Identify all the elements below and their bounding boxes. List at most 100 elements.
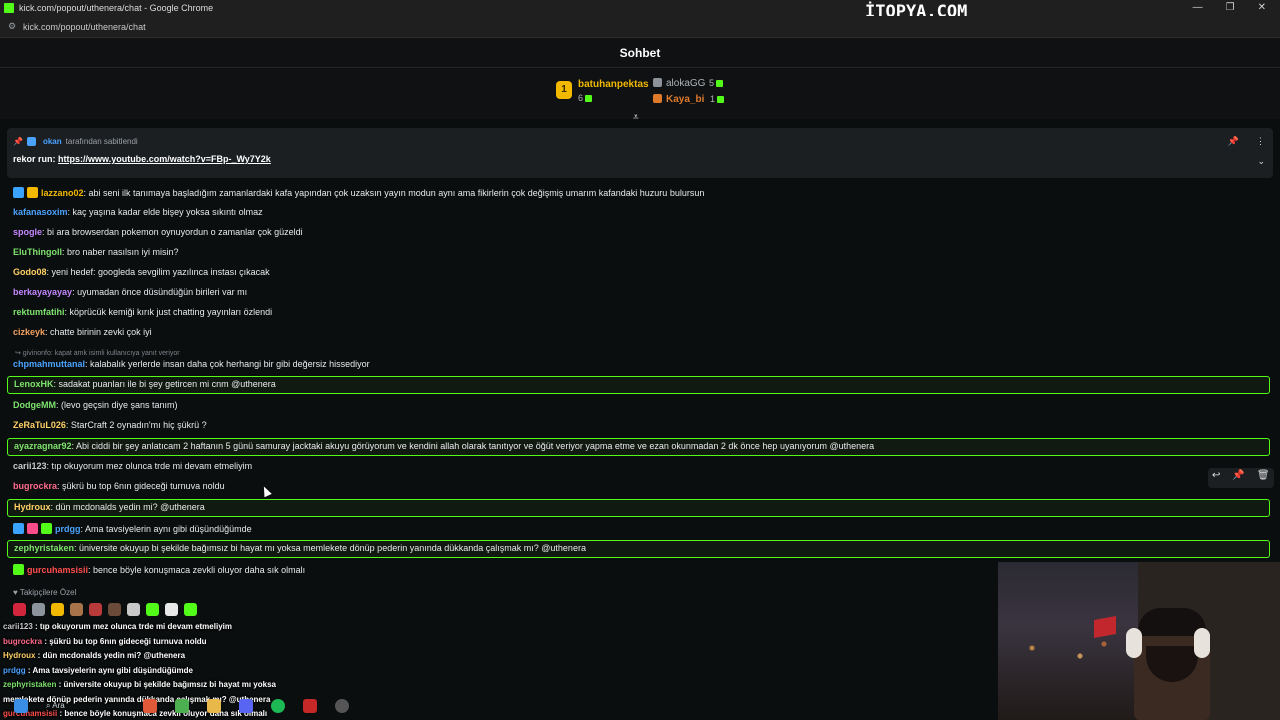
- taskbar-search-label: Ara: [52, 701, 65, 710]
- chat-message[interactable]: prdgg: Ama tavsiyelerin aynı gibi düşünd…: [13, 523, 252, 534]
- chat-username[interactable]: rektumfatihi: [13, 307, 65, 317]
- overlay-chat-line: prdgg : Ama tavsiyelerin aynı gibi düşün…: [3, 666, 193, 675]
- overlay-username: carii123: [3, 622, 33, 631]
- chat-username[interactable]: berkayayayay: [13, 287, 72, 297]
- chat-username[interactable]: ayazragnar92: [14, 441, 72, 451]
- chat-username[interactable]: bugrockra: [13, 481, 57, 491]
- chat-username[interactable]: DodgeMM: [13, 400, 56, 410]
- chat-username[interactable]: LenoxHK: [14, 379, 54, 389]
- emote-icon[interactable]: [13, 603, 26, 616]
- headset-icon: [1194, 628, 1210, 658]
- emote-icon[interactable]: [127, 603, 140, 616]
- emote-icon[interactable]: [32, 603, 45, 616]
- chat-text: : bence böyle konuşmaca zevkli oluyor da…: [88, 564, 306, 575]
- chat-username[interactable]: gurcuhamsisii: [27, 565, 88, 575]
- chat-username[interactable]: prdgg: [55, 524, 81, 534]
- chat-message[interactable]: gurcuhamsisii: bence böyle konuşmaca zev…: [13, 564, 305, 575]
- chat-message[interactable]: kafanasoxim: kaç yaşına kadar elde bişey…: [13, 207, 263, 217]
- os-taskbar: ⌕ Ara: [0, 692, 1000, 720]
- overlay-username: Hydroux: [3, 651, 36, 660]
- reply-icon[interactable]: ↩: [1212, 470, 1220, 481]
- chat-username[interactable]: zephyristaken: [14, 543, 74, 553]
- emote-icon[interactable]: [70, 603, 83, 616]
- chat-text: : Abi ciddi bir şey anlatıcam 2 haftanın…: [71, 441, 875, 451]
- user-badge-icon: [13, 523, 24, 534]
- chat-text: : bro naber nasılsın iyi misin?: [62, 247, 179, 257]
- followers-only-text: Takipçilere Özel: [19, 588, 77, 597]
- chat-username[interactable]: Hydroux: [14, 502, 51, 512]
- start-icon[interactable]: [14, 699, 28, 713]
- overlay-username: bugrockra: [3, 636, 43, 646]
- chat-message[interactable]: bugrockra: şükrü bu top 6nın gideceği tu…: [13, 481, 225, 491]
- chat-username[interactable]: spogle: [13, 227, 42, 237]
- user-badge-icon: [27, 523, 38, 534]
- chat-message[interactable]: LenoxHK: sadakat puanları ile bi şey get…: [14, 379, 276, 389]
- emote-icon[interactable]: [89, 603, 102, 616]
- chat-message[interactable]: berkayayayay: uyumadan önce düsündüğün b…: [13, 287, 247, 297]
- taskbar-search[interactable]: ⌕ Ara: [46, 701, 65, 711]
- overlay-chat-line: Hydroux : dün mcdonalds yedin mi? @uthen…: [3, 651, 185, 660]
- chat-message[interactable]: spogle: bi ara browserdan pokemon oynuyo…: [13, 227, 303, 237]
- chat-text: : kalabalık yerlerde insan daha çok herh…: [85, 359, 370, 369]
- chat-text: : Ama tavsiyelerin aynı gibi düşündüğümd…: [80, 523, 252, 534]
- pin-message-icon[interactable]: 📌: [1232, 470, 1244, 481]
- chat-message[interactable]: lazzano02: abi seni ilk tanımaya başladı…: [13, 187, 704, 198]
- chat-messages: lazzano02: abi seni ilk tanımaya başladı…: [0, 0, 1280, 575]
- chat-text: : dün mcdonalds yedin mi? @uthenera: [50, 502, 205, 512]
- chat-text: : şükrü bu top 6nın gideceği turnuva nol…: [57, 481, 225, 491]
- chat-username[interactable]: lazzano02: [41, 188, 84, 198]
- emote-icon[interactable]: [184, 603, 197, 616]
- chat-message[interactable]: Godo08: yeni hedef: googleda sevgilim ya…: [13, 267, 270, 277]
- overlay-chat-line: carii123 : tıp okuyorum mez olunca trde …: [3, 622, 232, 631]
- emote-icon[interactable]: [165, 603, 178, 616]
- chat-text: : yeni hedef: googleda sevgilim yazılınc…: [46, 267, 270, 277]
- chat-username[interactable]: chpmahmuttanal: [13, 359, 85, 369]
- headset-icon: [1126, 628, 1142, 658]
- chat-username[interactable]: carii123: [13, 461, 47, 471]
- chat-username[interactable]: ZeRaTuL026: [13, 420, 66, 430]
- chat-username[interactable]: Godo08: [13, 267, 47, 277]
- chat-username[interactable]: cizkeyk: [13, 327, 45, 337]
- overlay-chat-line: bugrockra : şükrü bu top 6nın gideceği t…: [3, 637, 207, 646]
- obs-icon[interactable]: [334, 699, 349, 713]
- followers-only-notice: ♥ Takipçilere Özel: [13, 588, 77, 597]
- chat-message[interactable]: chpmahmuttanal: kalabalık yerlerde insan…: [13, 359, 370, 369]
- reply-context: ↪ givinonfo: kapat amk isimli kullanıcıy…: [15, 350, 180, 357]
- chat-message[interactable]: DodgeMM: (levo geçsin diye şans tanım): [13, 400, 178, 410]
- chat-text: : sadakat puanları ile bi şey getircen m…: [53, 379, 276, 389]
- emote-icon[interactable]: [51, 603, 64, 616]
- chrome-icon[interactable]: [174, 699, 189, 713]
- emote-bar: [13, 603, 197, 616]
- chat-message[interactable]: cizkeyk: chatte birinin zevki çok iyi: [13, 327, 152, 337]
- emote-icon[interactable]: [146, 603, 159, 616]
- chat-message[interactable]: rektumfatihi: köprücük kemiği kırık just…: [13, 307, 272, 317]
- user-badge-icon: [13, 187, 24, 198]
- chat-message[interactable]: ZeRaTuL026: StarCraft 2 oynadın'mı hiç ş…: [13, 420, 207, 430]
- chat-username[interactable]: EluThingoll: [13, 247, 62, 257]
- netflix-icon[interactable]: [302, 699, 317, 713]
- spotify-icon[interactable]: [270, 699, 285, 713]
- app-icon[interactable]: [142, 699, 157, 713]
- mouse-cursor-icon: [260, 484, 272, 498]
- discord-icon[interactable]: [238, 699, 253, 713]
- delete-icon[interactable]: 🗑: [1257, 470, 1270, 481]
- user-badge-icon: [27, 187, 38, 198]
- folder-icon[interactable]: [206, 699, 221, 713]
- chat-text: : abi seni ilk tanımaya başladığım zaman…: [83, 187, 705, 198]
- chat-message[interactable]: carii123: tıp okuyorum mez olunca trde m…: [13, 461, 252, 471]
- webcam-overlay: [998, 562, 1280, 720]
- chat-text: : chatte birinin zevki çok iyi: [45, 327, 152, 337]
- overlay-text: : dün mcdonalds yedin mi? @uthenera: [35, 651, 186, 660]
- overlay-username: zephyristaken: [3, 680, 57, 689]
- chat-message[interactable]: EluThingoll: bro naber nasılsın iyi misi…: [13, 247, 179, 257]
- chat-text: : üniversite okuyup bi şekilde bağımsız …: [74, 543, 586, 553]
- user-badge-icon: [41, 523, 52, 534]
- overlay-text: : Ama tavsiyelerin aynı gibi düşündüğümd…: [25, 665, 193, 675]
- chat-username[interactable]: kafanasoxim: [13, 207, 68, 217]
- emote-icon[interactable]: [108, 603, 121, 616]
- chat-message[interactable]: zephyristaken: üniversite okuyup bi şeki…: [14, 543, 586, 553]
- chat-message[interactable]: ayazragnar92: Abi ciddi bir şey anlatıca…: [14, 441, 874, 451]
- chat-message[interactable]: Hydroux: dün mcdonalds yedin mi? @uthene…: [14, 502, 205, 512]
- message-tool-buttons: ↩ 📌 🗑: [1212, 470, 1270, 481]
- user-badge-icon: [13, 564, 24, 575]
